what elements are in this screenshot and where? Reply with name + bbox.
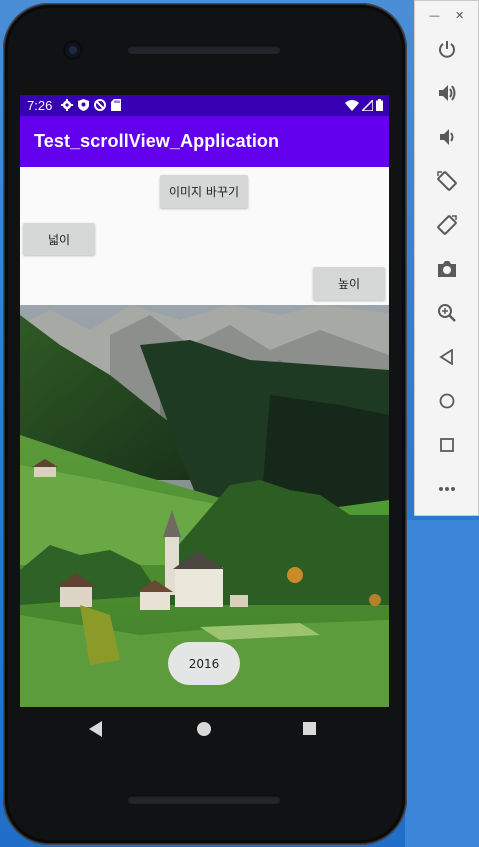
more-button[interactable] [415,472,478,506]
emulator-side-panel: — ✕ [414,0,479,516]
rotate-right-icon [436,215,457,235]
recents-icon[interactable] [303,722,316,735]
wifi-icon [345,99,359,111]
volume-down-button[interactable] [415,120,478,154]
front-camera [66,43,80,57]
device-screen: 7:26 Test_scrollView_Application 이미지 바꾸기… [20,95,389,707]
settings-icon [61,99,73,111]
minimize-icon[interactable]: — [429,9,440,22]
desktop-background-lower [405,520,479,847]
status-bar: 7:26 [20,95,389,116]
camera-icon [437,261,456,277]
rotate-left-button[interactable] [415,164,478,198]
volume-up-button[interactable] [415,76,478,110]
back-icon [438,349,453,365]
app-bar: Test_scrollView_Application [20,116,389,167]
screenshot-button[interactable] [415,252,478,286]
more-icon [438,487,455,491]
back-icon[interactable] [89,721,103,737]
change-image-button[interactable]: 이미지 바꾸기 [160,175,248,208]
shield-icon [78,99,89,111]
system-navigation-bar [20,707,389,751]
width-button[interactable]: 넓이 [23,223,95,255]
volume-down-icon [439,129,453,145]
year-button[interactable]: 2016 [168,642,240,685]
overview-icon [439,438,454,452]
status-time: 7:26 [27,98,53,113]
height-button[interactable]: 높이 [313,267,385,300]
emulator-overview-button[interactable] [415,428,478,462]
earpiece-speaker [127,45,281,54]
sd-card-icon [111,99,121,111]
battery-icon [376,99,383,111]
home-icon[interactable] [197,722,211,736]
zoom-button[interactable] [415,296,478,330]
rotate-left-icon [436,171,457,191]
power-button[interactable] [415,32,478,66]
close-icon[interactable]: ✕ [455,9,464,22]
bottom-speaker [127,795,281,804]
block-icon [94,99,106,111]
zoom-icon [437,304,456,322]
volume-up-icon [438,85,455,101]
signal-icon [362,99,373,111]
emulator-back-button[interactable] [415,340,478,374]
power-icon [438,41,455,58]
home-icon [439,393,454,409]
emulator-home-button[interactable] [415,384,478,418]
rotate-right-button[interactable] [415,208,478,242]
app-title: Test_scrollView_Application [34,131,280,151]
